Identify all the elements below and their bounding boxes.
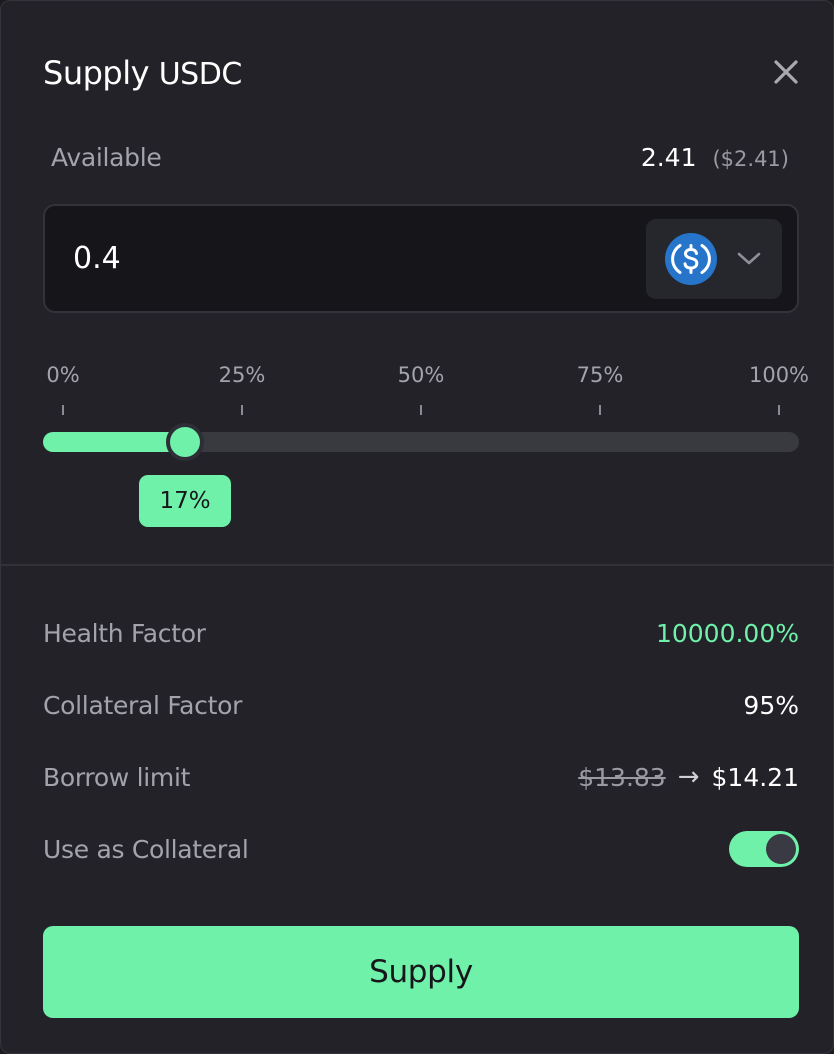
percent-slider-thumb[interactable] <box>165 423 204 461</box>
use-as-collateral-label: Use as Collateral <box>43 834 249 864</box>
usdc-icon <box>665 233 717 285</box>
health-factor-row: Health Factor 10000.00% <box>43 613 799 653</box>
tick-label-75[interactable]: 75% <box>577 363 624 387</box>
collateral-factor-value: 95% <box>743 690 799 720</box>
collateral-factor-row: Collateral Factor 95% <box>43 685 799 725</box>
chevron-down-icon <box>737 252 761 265</box>
available-usd-value: ($2.41) <box>712 147 789 171</box>
borrow-limit-new: $14.21 <box>711 762 799 792</box>
borrow-limit-values: $13.83 → $14.21 <box>578 762 799 792</box>
borrow-limit-label: Borrow limit <box>43 762 191 792</box>
health-factor-value: 10000.00% <box>655 618 799 648</box>
close-button[interactable] <box>769 55 803 89</box>
percent-slider-fill <box>43 432 185 452</box>
divider <box>1 564 834 566</box>
token-symbol: USDC <box>158 57 243 92</box>
supply-button[interactable]: Supply <box>43 926 799 1018</box>
title-text: Supply <box>43 54 150 92</box>
tick-label-50[interactable]: 50% <box>398 363 445 387</box>
available-balance: 2.41 ($2.41) <box>641 143 789 172</box>
supply-modal: Supply USDC Available 2.41 ($2.41) 0% <box>0 0 834 1054</box>
close-icon <box>774 60 798 84</box>
available-label: Available <box>51 143 162 172</box>
tick-label-0[interactable]: 0% <box>46 363 79 387</box>
percent-slider-track[interactable] <box>43 423 799 461</box>
available-amount: 2.41 <box>640 143 697 172</box>
tick-mark <box>420 405 422 415</box>
tick-label-100[interactable]: 100% <box>749 363 809 387</box>
modal-title: Supply USDC <box>43 53 242 95</box>
toggle-knob <box>766 834 796 864</box>
tick-mark <box>62 405 64 415</box>
percent-badge: 17% <box>139 475 231 527</box>
tick-mark <box>599 405 601 415</box>
arrow-right-icon: → <box>677 762 700 792</box>
tick-mark <box>241 405 243 415</box>
tick-mark <box>778 405 780 415</box>
tick-label-25[interactable]: 25% <box>219 363 266 387</box>
use-as-collateral-row: Use as Collateral <box>43 829 799 869</box>
slider-ticks: 0% 25% 50% 75% 100% <box>1 361 834 421</box>
health-factor-label: Health Factor <box>43 618 206 648</box>
token-selector[interactable] <box>646 219 782 299</box>
collateral-toggle[interactable] <box>729 831 799 867</box>
borrow-limit-old: $13.83 <box>578 762 666 792</box>
amount-input-container <box>43 204 799 313</box>
borrow-limit-row: Borrow limit $13.83 → $14.21 <box>43 757 799 797</box>
amount-input[interactable] <box>73 230 613 286</box>
collateral-factor-label: Collateral Factor <box>43 690 243 720</box>
